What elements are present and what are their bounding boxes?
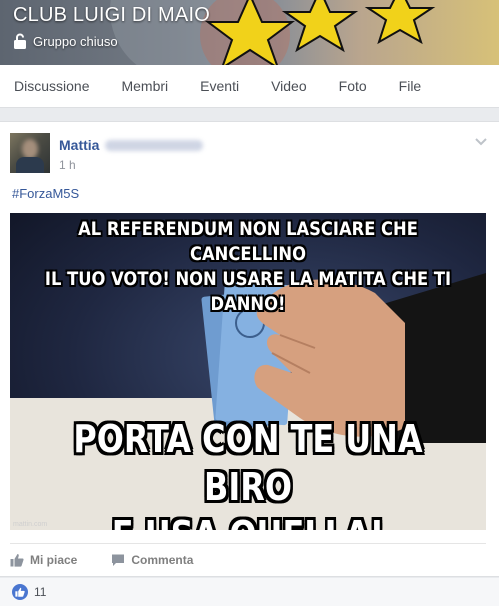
post-image[interactable]: AL REFERENDUM NON LASCIARE CHE CANCELLIN… bbox=[10, 213, 486, 530]
group-privacy: Gruppo chiuso bbox=[13, 33, 118, 49]
like-reaction-icon bbox=[12, 584, 28, 600]
author-surname-redacted bbox=[105, 139, 204, 151]
meme-bottom-line-2: E USA QUELLA! #IOVOTO bbox=[48, 511, 448, 530]
post-author: Mattia bbox=[59, 137, 204, 153]
tab-membri[interactable]: Membri bbox=[121, 78, 168, 94]
tab-file[interactable]: File bbox=[399, 78, 422, 94]
chevron-down-icon[interactable] bbox=[475, 137, 487, 147]
author-avatar[interactable] bbox=[10, 133, 50, 173]
post-hashtag[interactable]: #ForzaM5S bbox=[12, 186, 79, 201]
author-name[interactable]: Mattia bbox=[59, 137, 99, 153]
meme-bottom-caption: PORTA CON TE UNA BIRO E USA QUELLA! #IOV… bbox=[48, 415, 448, 530]
avatar-face bbox=[22, 139, 38, 159]
group-name[interactable]: CLUB LUIGI DI MAIO bbox=[13, 4, 210, 27]
meme-top-line-2: IL TUO VOTO! NON USARE LA MATITA CHE TI … bbox=[44, 268, 452, 315]
post-card: Mattia 1 h #ForzaM5S AL REFERENDUM NON L… bbox=[0, 121, 499, 577]
post-actions: Mi piace Commenta bbox=[10, 550, 227, 570]
group-tab-bar: Discussione Membri Eventi Video Foto Fil… bbox=[0, 65, 499, 108]
tab-discussione[interactable]: Discussione bbox=[14, 78, 89, 94]
avatar-body bbox=[16, 157, 44, 173]
reaction-count[interactable]: 11 bbox=[34, 585, 46, 599]
comment-button[interactable]: Commenta bbox=[111, 553, 193, 567]
image-watermark: mattin.com bbox=[13, 521, 48, 528]
meme-top-caption: AL REFERENDUM NON LASCIARE CHE CANCELLIN… bbox=[43, 217, 452, 317]
group-privacy-label: Gruppo chiuso bbox=[33, 33, 118, 49]
unlock-icon bbox=[14, 33, 26, 49]
meme-bottom-line-1: PORTA CON TE UNA BIRO bbox=[73, 417, 423, 509]
tab-foto[interactable]: Foto bbox=[339, 78, 367, 94]
like-button[interactable]: Mi piace bbox=[10, 553, 77, 567]
tab-video[interactable]: Video bbox=[271, 78, 307, 94]
like-label: Mi piace bbox=[30, 553, 78, 567]
thumbs-up-icon bbox=[10, 554, 24, 567]
comment-icon bbox=[112, 554, 125, 566]
reactions-bar: 11 bbox=[0, 578, 499, 606]
thumbs-up-icon bbox=[15, 587, 25, 597]
group-cover[interactable]: CLUB LUIGI DI MAIO Gruppo chiuso bbox=[0, 0, 499, 65]
tab-eventi[interactable]: Eventi bbox=[200, 78, 239, 94]
comment-label: Commenta bbox=[131, 553, 194, 567]
post-timestamp[interactable]: 1 h bbox=[59, 158, 76, 172]
actions-divider bbox=[10, 543, 486, 544]
meme-top-line-1: AL REFERENDUM NON LASCIARE CHE CANCELLIN… bbox=[78, 218, 418, 265]
